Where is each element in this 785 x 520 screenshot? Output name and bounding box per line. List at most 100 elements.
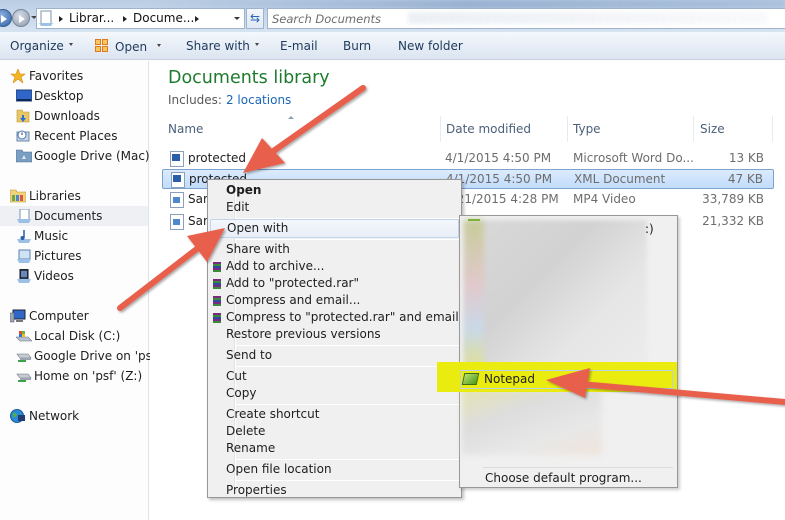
nav-network-label: Network: [29, 409, 80, 423]
menu-item-delete[interactable]: Delete: [210, 423, 459, 440]
menu-item-label: Properties: [226, 483, 287, 497]
library-includes: Includes: 2 locations: [168, 93, 291, 107]
column-divider[interactable]: [440, 116, 441, 142]
menu-item-share-with[interactable]: Share with: [210, 241, 672, 258]
nav-favorites[interactable]: Favorites: [0, 66, 148, 86]
nav-network[interactable]: Network: [0, 406, 148, 426]
nav-recent-places[interactable]: Recent Places: [0, 126, 148, 146]
breadcrumb-separator-icon[interactable]: [195, 16, 199, 22]
menu-item-open[interactable]: Open: [210, 182, 459, 199]
menu-item-compress-to-rar-email[interactable]: Compress to "protected.rar" and email: [210, 309, 459, 326]
address-history-dropdown[interactable]: [234, 17, 240, 20]
nav-google-drive-psf-label: Google Drive on 'psf': [34, 349, 160, 363]
menu-item-add-to-archive[interactable]: Add to archive...: [210, 258, 459, 275]
column-header-date[interactable]: Date modified: [446, 122, 531, 136]
column-header-name[interactable]: Name: [168, 122, 203, 136]
nav-music[interactable]: Music: [0, 226, 148, 246]
network-drive-icon: [16, 353, 32, 362]
menu-item-send-to[interactable]: Send to: [210, 347, 672, 364]
share-with-label: Share with: [186, 39, 250, 53]
file-date: 1/21/2015 4:28 PM: [445, 192, 559, 206]
blurred-program-list: [464, 220, 647, 365]
file-row[interactable]: protected 4/1/2015 4:50 PM Microsoft Wor…: [162, 149, 774, 169]
nav-documents[interactable]: Documents: [0, 206, 148, 226]
nav-desktop[interactable]: Desktop: [0, 86, 148, 106]
menu-item-copy[interactable]: Copy: [210, 385, 459, 402]
menu-item-rename[interactable]: Rename: [210, 440, 459, 457]
nav-downloads[interactable]: Downloads: [0, 106, 148, 126]
menu-item-label: Open: [226, 183, 262, 197]
blurred-program-list: [462, 388, 602, 455]
nav-pictures[interactable]: Pictures: [0, 246, 148, 266]
nav-favorites-label: Favorites: [29, 69, 84, 83]
menu-separator: [236, 459, 459, 460]
email-button[interactable]: E-mail: [280, 39, 318, 53]
locations-link[interactable]: 2 locations: [226, 93, 291, 107]
navigation-pane: Favorites Desktop Downloads Recent Place…: [0, 61, 159, 520]
winrar-icon: [213, 262, 221, 272]
menu-item-add-to-rar[interactable]: Add to "protected.rar": [210, 275, 459, 292]
nav-local-disk[interactable]: Local Disk (C:): [0, 326, 148, 346]
new-folder-button[interactable]: New folder: [398, 39, 463, 53]
search-box[interactable]: [267, 8, 785, 29]
menu-item-notepad[interactable]: Notepad: [460, 370, 673, 389]
address-bar-strip: Librar... Docume... ⇆: [0, 0, 785, 32]
burn-button[interactable]: Burn: [343, 39, 371, 53]
word-doc-icon: [170, 151, 184, 167]
file-type: Microsoft Word Do...: [573, 151, 694, 165]
star-icon: [10, 69, 26, 83]
video-file-icon: [170, 192, 184, 208]
share-with-button[interactable]: Share with: [186, 39, 259, 53]
refresh-button[interactable]: ⇆: [246, 8, 264, 29]
documents-library-icon: [39, 10, 53, 26]
nav-google-drive-psf[interactable]: Google Drive on 'psf': [0, 346, 159, 366]
nav-home-psf[interactable]: Home on 'psf' (Z:): [0, 366, 148, 386]
menu-item-compress-and-email[interactable]: Compress and email...: [210, 292, 459, 309]
forward-button[interactable]: [12, 9, 30, 27]
nav-pictures-label: Pictures: [34, 249, 82, 263]
nav-google-drive-mac[interactable]: Google Drive (Mac): [0, 146, 150, 166]
command-bar: Organize Open Share with E-mail Burn New…: [0, 32, 785, 60]
nav-libraries-label: Libraries: [29, 189, 81, 203]
breadcrumb-separator-icon[interactable]: [123, 16, 127, 22]
open-button[interactable]: Open: [95, 39, 162, 54]
file-size: 47 KB: [727, 172, 763, 186]
search-input[interactable]: [272, 10, 672, 27]
breadcrumb-documents[interactable]: Docume...: [133, 11, 194, 25]
documents-library-icon: [17, 209, 31, 223]
column-header-type[interactable]: Type: [573, 122, 601, 136]
menu-item-open-with[interactable]: Open with: [210, 219, 673, 238]
nav-videos[interactable]: Videos: [0, 266, 148, 286]
menu-item-properties[interactable]: Properties: [210, 482, 459, 499]
breadcrumb-libraries[interactable]: Librar...: [69, 11, 114, 25]
menu-item-label: Edit: [226, 200, 250, 214]
column-divider[interactable]: [772, 116, 773, 142]
menu-item-create-shortcut[interactable]: Create shortcut: [210, 406, 459, 423]
menu-item-choose-default-program[interactable]: Choose default program...: [485, 471, 642, 485]
menu-item-label: Open file location: [226, 462, 332, 476]
nav-local-disk-label: Local Disk (C:): [34, 329, 121, 343]
menu-item-label: Rename: [226, 441, 276, 455]
desktop-icon: [16, 89, 32, 102]
organize-button[interactable]: Organize: [10, 39, 73, 53]
menu-item-cut[interactable]: Cut: [210, 368, 459, 385]
column-header-size[interactable]: Size: [700, 122, 725, 136]
file-size: 21,332 KB: [702, 214, 764, 228]
menu-item-edit[interactable]: Edit: [210, 199, 459, 216]
menu-item-restore-previous-versions[interactable]: Restore previous versions: [210, 326, 459, 343]
column-divider[interactable]: [567, 116, 568, 142]
library-title: Documents library: [168, 68, 330, 88]
pictures-library-icon: [17, 249, 31, 263]
menu-item-open-file-location[interactable]: Open file location: [210, 461, 459, 478]
nav-videos-label: Videos: [34, 269, 74, 283]
nav-computer[interactable]: Computer: [0, 306, 148, 326]
address-box[interactable]: Librar... Docume...: [36, 8, 245, 29]
menu-item-label: Send to: [226, 348, 273, 362]
back-button[interactable]: [0, 9, 12, 27]
breadcrumb-separator-icon[interactable]: [59, 16, 63, 22]
nav-computer-label: Computer: [29, 309, 89, 323]
nav-libraries[interactable]: Libraries: [0, 186, 148, 206]
sort-ascending-icon: [288, 116, 294, 119]
column-divider[interactable]: [693, 116, 694, 142]
menu-item-label: Restore previous versions: [226, 327, 381, 341]
